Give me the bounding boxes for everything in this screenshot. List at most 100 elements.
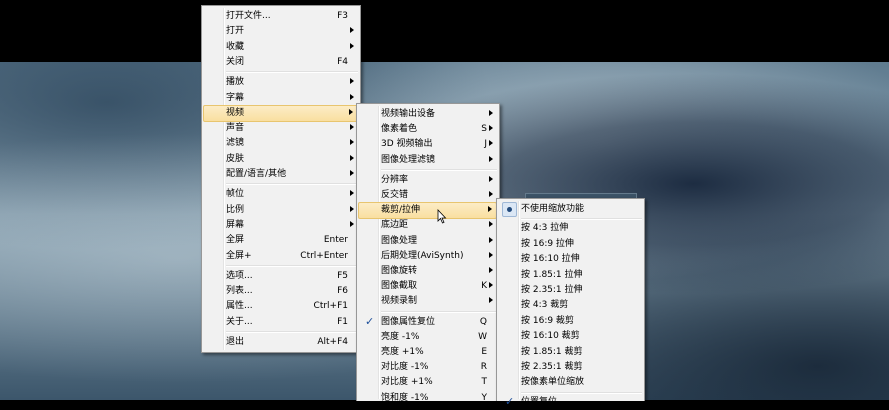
main-menu-item-8[interactable]: 声音	[204, 121, 358, 136]
main-menu-item-10[interactable]: 皮肤	[204, 152, 358, 167]
main-menu-item-7[interactable]: 视频	[203, 104, 358, 122]
crop-menu-item-0[interactable]: 不使用缩放功能	[499, 202, 642, 217]
video-menu-item-10[interactable]: 后期处理(AviSynth)	[359, 249, 497, 264]
video-menu-item-2[interactable]: 3D 视频输出 J	[359, 137, 497, 152]
main-menu-item-14[interactable]: 比例	[204, 203, 358, 218]
menu-item-label: 按 4:3 裁剪	[521, 300, 569, 311]
menu-item-label: 图像处理滤镜	[381, 154, 436, 165]
submenu-arrow-icon	[489, 155, 493, 162]
main-menu-separator	[226, 71, 358, 74]
crop-menu-item-8[interactable]: 按 16:9 裁剪	[499, 314, 642, 329]
video-menu-item-11[interactable]: 图像旋转	[359, 264, 497, 279]
submenu-arrow-icon	[488, 206, 492, 213]
main-menu-item-21[interactable]: 属性... Ctrl+F1	[204, 299, 358, 314]
main-menu-item-6[interactable]: 字幕	[204, 91, 358, 106]
menu-item-label: 播放	[226, 77, 245, 88]
submenu-arrow-icon	[489, 251, 493, 258]
submenu-arrow-icon	[489, 267, 493, 273]
menu-item-label: 声音	[226, 123, 245, 134]
main-menu-item-13[interactable]: 帧位	[204, 187, 358, 202]
video-menu-item-9[interactable]: 图像处理	[359, 234, 497, 249]
crop-menu-item-6[interactable]: 按 2.35:1 拉伸	[499, 283, 642, 298]
video-menu-item-1[interactable]: 像素着色 S	[359, 122, 497, 137]
menu-item-label: 比例	[226, 204, 245, 215]
submenu-arrow-icon	[489, 140, 493, 147]
context-menu-main: 打开文件... F3 打开收藏关闭 F4 播放字幕 视频声音滤镜皮肤 配置/语言/其他 帧位比…	[201, 5, 361, 353]
main-menu-item-22[interactable]: 关于... F1	[204, 315, 358, 330]
menu-item-label: 裁剪/拉伸	[381, 205, 421, 216]
main-menu-item-11[interactable]: 配置/语言/其他	[204, 167, 358, 182]
menu-item-label: 收藏	[226, 41, 245, 52]
menu-item-label: 位置复位	[521, 396, 558, 407]
menu-item-label: 退出	[226, 337, 245, 347]
crop-menu-item-3[interactable]: 按 16:9 拉伸	[499, 237, 642, 252]
main-menu-item-20[interactable]: 列表... F6	[204, 284, 358, 299]
crop-menu-item-5[interactable]: 按 1.85:1 拉伸	[499, 268, 642, 283]
video-menu-item-18[interactable]: 对比度 -1% R	[359, 360, 497, 375]
submenu-arrow-icon	[350, 154, 354, 161]
video-menu-item-16[interactable]: 亮度 -1% W	[359, 330, 497, 345]
main-menu-item-1[interactable]: 打开	[204, 24, 358, 39]
shortcut-label: Alt+F4	[317, 337, 348, 347]
main-menu-item-16[interactable]: 全屏 Enter	[204, 233, 358, 248]
main-menu-item-19[interactable]: 选项... F5	[204, 269, 358, 284]
video-menu-item-12[interactable]: 图像截取 K	[359, 279, 497, 294]
crop-menu-item-7[interactable]: 按 4:3 裁剪	[499, 298, 642, 313]
crop-menu-item-12[interactable]: 按像素单位缩放	[499, 375, 642, 390]
menu-item-label: 视频	[226, 107, 245, 118]
submenu-arrow-icon	[350, 190, 354, 197]
video-menu-item-20[interactable]: 饱和度 -1% Y	[359, 391, 497, 406]
menu-item-label: 对比度 -1%	[381, 362, 429, 373]
submenu-arrow-icon	[350, 205, 354, 212]
crop-menu-item-11[interactable]: 按 2.35:1 裁剪	[499, 360, 642, 375]
shortcut-label: Y	[481, 392, 488, 403]
video-menu-item-15[interactable]: ✓ 图像属性复位 Q	[359, 315, 497, 330]
mouse-pointer-icon	[437, 209, 447, 224]
main-menu-item-5[interactable]: 播放	[204, 75, 358, 90]
submenu-arrow-icon	[350, 42, 354, 49]
video-menu-item-6[interactable]: 反交错	[359, 188, 497, 203]
video-menu-item-19[interactable]: 对比度 +1% T	[359, 375, 497, 390]
crop-menu-item-4[interactable]: 按 16:10 拉伸	[499, 252, 642, 267]
main-menu-item-0[interactable]: 打开文件... F3	[204, 9, 358, 24]
main-menu-item-17[interactable]: 全屏+ Ctrl+Enter	[204, 249, 358, 264]
video-menu-item-17[interactable]: 亮度 +1% E	[359, 345, 497, 360]
menu-item-label: 反交错	[381, 190, 409, 200]
submenu-arrow-icon	[350, 139, 354, 146]
crop-menu-item-9[interactable]: 按 16:10 裁剪	[499, 329, 642, 344]
menu-item-label: 按 16:10 拉伸	[521, 254, 580, 265]
submenu-arrow-icon	[489, 125, 493, 132]
submenu-arrow-icon	[350, 93, 354, 100]
video-menu-separator	[381, 310, 497, 313]
submenu-arrow-icon	[489, 297, 493, 304]
crop-menu-item-14[interactable]: ✓ 位置复位	[499, 395, 642, 410]
menu-item-label: 滤镜	[226, 138, 245, 149]
video-menu-item-7[interactable]: 裁剪/拉伸	[358, 202, 497, 220]
menu-item-label: 属性...	[226, 301, 253, 312]
crop-menu-item-2[interactable]: 按 4:3 拉伸	[499, 221, 642, 236]
menu-item-label: 按 16:10 裁剪	[521, 331, 580, 342]
video-menu-item-5[interactable]: 分辨率	[359, 173, 497, 188]
submenu-arrow-icon	[350, 124, 354, 131]
video-menu-separator	[381, 168, 497, 171]
main-menu-item-15[interactable]: 屏幕	[204, 218, 358, 233]
menu-item-label: 不使用缩放功能	[521, 204, 585, 214]
shortcut-label: F5	[337, 270, 348, 281]
submenu-arrow-icon	[489, 282, 493, 289]
video-menu-item-13[interactable]: 视频录制	[359, 294, 497, 309]
video-menu-item-3[interactable]: 图像处理滤镜	[359, 153, 497, 168]
menu-item-label: 打开文件...	[226, 11, 271, 21]
main-menu-item-2[interactable]: 收藏	[204, 40, 358, 55]
main-menu-item-24[interactable]: 退出 Alt+F4	[204, 335, 358, 350]
menu-item-label: 底边距	[381, 220, 409, 231]
crop-menu-item-10[interactable]: 按 1.85:1 裁剪	[499, 345, 642, 360]
menu-item-label: 按 1.85:1 裁剪	[521, 346, 583, 357]
shortcut-label: R	[480, 362, 487, 373]
main-menu-item-9[interactable]: 滤镜	[204, 136, 358, 151]
shortcut-label: E	[481, 347, 487, 357]
submenu-arrow-icon	[350, 170, 354, 176]
menu-item-label: 视频输出设备	[381, 109, 436, 119]
video-menu-item-8[interactable]: 底边距	[359, 218, 497, 233]
main-menu-item-3[interactable]: 关闭 F4	[204, 55, 358, 70]
video-menu-item-0[interactable]: 视频输出设备	[359, 107, 497, 122]
